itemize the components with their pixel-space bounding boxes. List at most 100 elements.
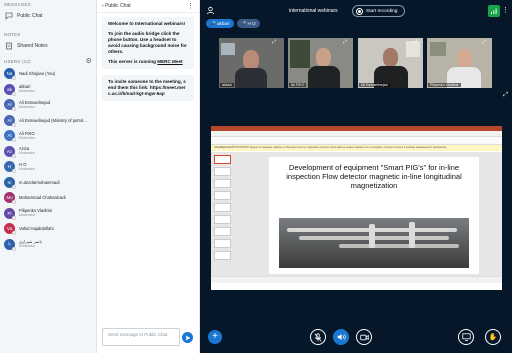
talker-badge[interactable]: 🎤 akbari [206, 19, 234, 28]
monitor-icon [461, 333, 471, 341]
shared-notes-item[interactable]: Shared Notes [0, 39, 96, 53]
user-list-item[interactable]: Mo Mohammad Chahardowli [0, 190, 96, 206]
powerpoint-statusbar [211, 276, 502, 283]
chat-icon [4, 12, 13, 21]
options-menu-icon[interactable]: ⋮ [502, 6, 509, 14]
send-button[interactable] [182, 332, 193, 343]
chat-panel: ‹ Public Chat ⋮ Welcome to International… [97, 0, 200, 353]
user-list-item[interactable]: m m.dezdarmohammadi [0, 175, 96, 191]
webcam-tile[interactable]: Pilipenko Vladimir [427, 38, 492, 88]
chat-header: ‹ Public Chat ⋮ [97, 0, 199, 13]
record-icon [356, 7, 363, 15]
webcam-fullscreen-icon[interactable]: ⤢ [413, 39, 417, 45]
action-bar: + ✋ [200, 323, 512, 353]
webcam-name: Ali Esmaeilnejad [359, 83, 390, 87]
user-name: Ali Esmaeilnejad (Ministry of petrol... [19, 117, 87, 123]
user-name: m.dezdarmohammadi [19, 179, 60, 185]
protected-view-banner: ЗАЩИЩЕННЫЙ ПРОСМОТР Будьте осторожны: фа… [211, 145, 502, 151]
connection-status-icon[interactable] [488, 5, 500, 17]
powerpoint-ribbon [211, 137, 502, 145]
gear-icon[interactable]: ⚙ [86, 58, 92, 66]
welcome-line-3: This server is running MERC Meet [108, 59, 188, 65]
welcome-message: Welcome to International webinars! To jo… [102, 17, 194, 69]
webcam-name: Ali FIKO [289, 83, 307, 87]
avatar: Al [4, 114, 16, 127]
share-webcam-button[interactable] [356, 329, 372, 345]
avatar: Va [4, 223, 16, 236]
user-role: Moderator [19, 244, 36, 249]
slide-title: Development of equipment "Smart PIG's" f… [286, 163, 462, 190]
talker-name: H O [247, 21, 256, 26]
users-count: USERS (12) [4, 59, 31, 64]
avatar: Al [4, 130, 16, 143]
users-header: USERS (12) ⚙ [0, 58, 96, 66]
powerpoint-body: Development of equipment "Smart PIG's" f… [211, 152, 502, 283]
webcam-tile[interactable]: Ali FIKO [288, 38, 353, 88]
webcam-video [243, 50, 259, 70]
mic-off-icon [314, 332, 322, 341]
public-chat-item[interactable]: Public Chat [0, 9, 96, 23]
fullscreen-icon[interactable]: ⤢ [503, 92, 508, 99]
user-name: Mohammad Chahardowli [19, 195, 66, 201]
user-role: Moderator [19, 89, 36, 94]
camera-icon [359, 334, 369, 340]
user-list-item[interactable]: Al Ali Esmaeilnejad (Ministry of petrol..… [0, 113, 96, 129]
current-slide: Development of equipment "Smart PIG's" f… [269, 157, 479, 274]
send-icon [185, 335, 190, 340]
user-list-panel: MESSAGES Public Chat NOTES Shared Notes … [0, 0, 97, 353]
avatar: Mo [4, 192, 16, 205]
actions-plus-button[interactable]: + [208, 330, 222, 344]
user-list-item[interactable]: Al Ali FIKO Moderator [0, 128, 96, 144]
chat-message-input[interactable]: Send message to Public Chat [102, 328, 180, 346]
talking-indicators: 🎤 akbari 🎤 H O [206, 19, 260, 28]
screenshare-view: ЗАЩИЩЕННЫЙ ПРОСМОТР Будьте осторожны: фа… [211, 126, 502, 290]
webcam-fullscreen-icon[interactable]: ⤢ [272, 39, 276, 45]
user-list-item[interactable]: Pi Pilipenko Vladimir Moderator [0, 206, 96, 222]
user-list-item[interactable]: Va Vahid Hajabdollahi [0, 221, 96, 237]
webcam-tile[interactable]: akbari [219, 38, 284, 88]
audio-button[interactable] [333, 329, 349, 345]
welcome-line-1: Welcome to International webinars! [108, 21, 186, 26]
avatar: Az [4, 145, 16, 158]
webcam-tile[interactable]: Ali Esmaeilnejad [358, 38, 423, 88]
user-list-item[interactable]: ak akbari Moderator [0, 82, 96, 98]
app-root: MESSAGES Public Chat NOTES Shared Notes … [0, 0, 512, 353]
webcam-video [457, 49, 472, 68]
raise-hand-button[interactable]: ✋ [485, 329, 501, 345]
join-audio-mic-button[interactable] [310, 329, 326, 345]
user-list-item[interactable]: Az Aziza Moderator [0, 144, 96, 160]
user-list-item[interactable]: HH O Moderator [0, 159, 96, 175]
avatar: یا [4, 238, 16, 251]
start-recording-button[interactable]: Start recording [352, 5, 405, 17]
chat-title: Public Chat [105, 3, 131, 9]
user-name: Vahid Hajabdollahi [19, 226, 54, 232]
meeting-title: international webinars [289, 8, 338, 14]
pipeline-photo [279, 218, 469, 268]
user-role: Moderator [19, 166, 36, 171]
chat-back-button[interactable]: ‹ Public Chat [102, 3, 131, 9]
merc-meet-link[interactable]: MERC Meet [157, 59, 182, 64]
shared-notes-label: Shared Notes [17, 43, 48, 49]
user-role: Moderator [19, 135, 36, 140]
user-list-item[interactable]: یا یاسر شیرازی Moderator [0, 237, 96, 253]
webcam-name: Pilipenko Vladimir [428, 83, 461, 87]
avatar: Na [4, 68, 16, 81]
user-list-item[interactable]: Na Nadi Shojaee (You) [0, 66, 96, 82]
user-list-item[interactable]: Al Ali Esmaeilnejad Moderator [0, 97, 96, 113]
record-label: Start recording [366, 8, 398, 14]
screenshare-button[interactable] [458, 329, 474, 345]
user-role: Moderator [19, 151, 36, 156]
avatar: ak [4, 83, 16, 96]
notes-icon [4, 42, 13, 51]
webcam-fullscreen-icon[interactable]: ⤢ [482, 39, 486, 45]
chat-menu-icon[interactable]: ⋮ [187, 2, 194, 10]
user-toggle-icon[interactable] [206, 6, 215, 17]
speaker-icon [337, 334, 346, 340]
invite-message: To invite someone to the meeting, send t… [102, 75, 194, 101]
main-area: international webinars Start recording ⋮… [200, 0, 512, 353]
webcam-fullscreen-icon[interactable]: ⤢ [343, 39, 347, 45]
user-name: Nadi Shojaee (You) [19, 71, 56, 77]
talker-badge[interactable]: 🎤 H O [236, 19, 260, 28]
avatar: H [4, 161, 16, 174]
talker-name: akbari [217, 21, 230, 26]
